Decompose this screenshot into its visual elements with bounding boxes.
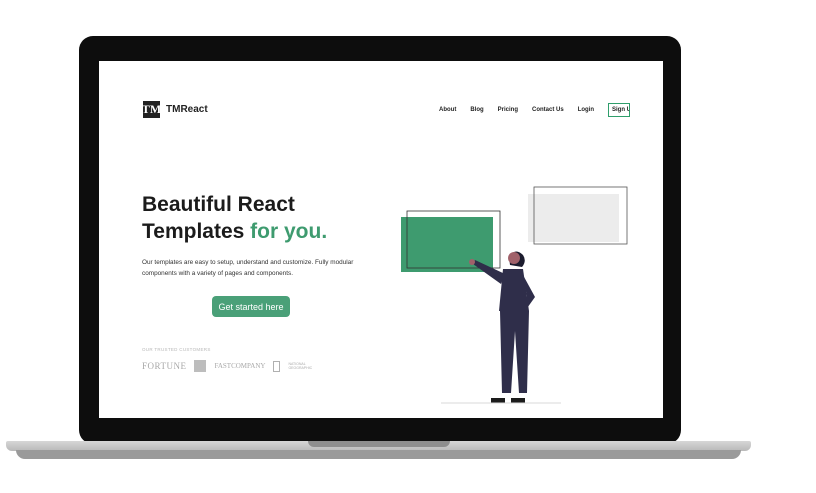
gray-panel: [528, 194, 619, 242]
hero-illustration: [401, 186, 628, 404]
person-figure: [469, 251, 535, 403]
website-screen: TM TMReact About Blog Pricing Contact Us…: [99, 61, 663, 418]
laptop-notch: [308, 441, 450, 447]
laptop-base-shadow: [16, 450, 741, 459]
